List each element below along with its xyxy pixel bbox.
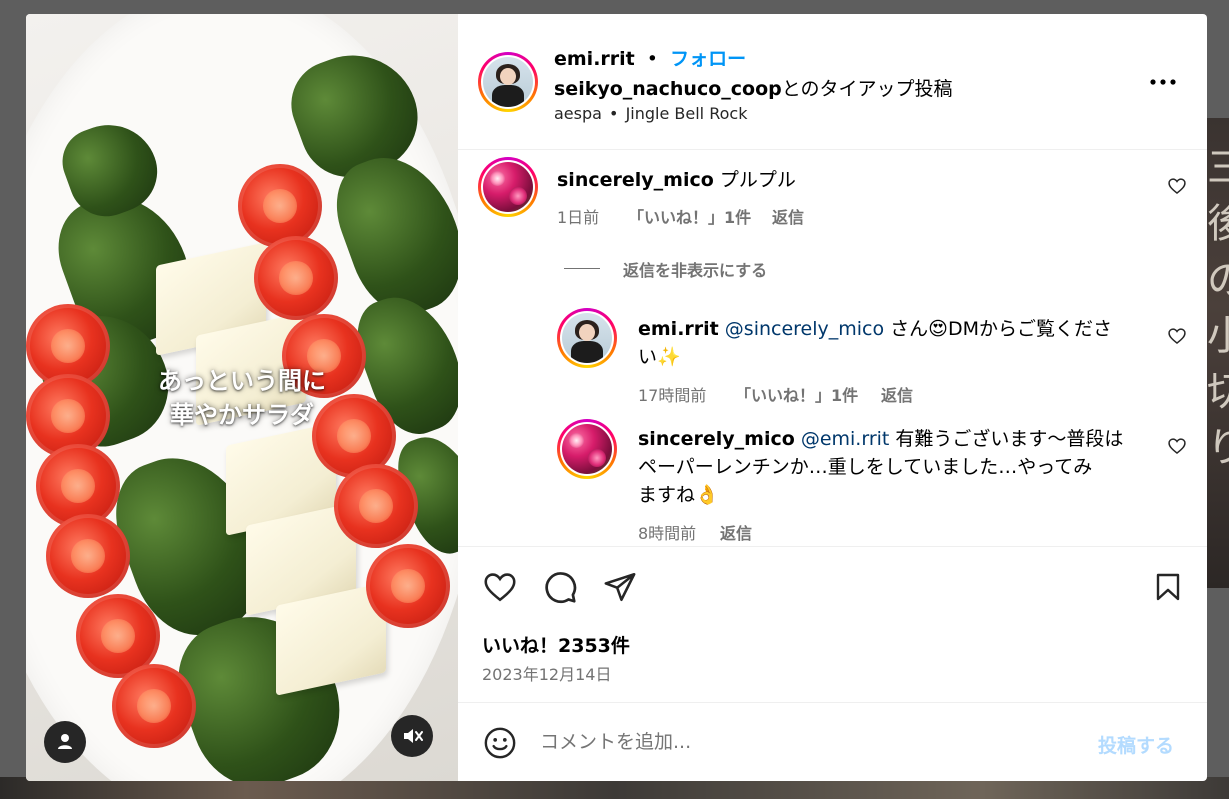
likes-count[interactable]: いいね！2353件 (482, 631, 630, 658)
mute-button[interactable] (391, 715, 433, 757)
reply-username[interactable]: emi.rrit (638, 318, 719, 340)
comment-text: プルプル (719, 169, 796, 191)
add-comment-bar: 投稿する (458, 702, 1207, 781)
reply-mention-link[interactable]: @sincerely_mico (725, 318, 884, 340)
like-button[interactable] (480, 567, 520, 607)
reply-time[interactable]: 8時間前 (638, 520, 696, 544)
post-details-panel: emi.rrit • フォロー seikyo_nachuco_coopとのタイア… (458, 14, 1207, 781)
comment-bubble-icon (545, 572, 577, 603)
more-horizontal-icon (1150, 79, 1176, 85)
post-comment-button[interactable]: 投稿する (1098, 731, 1174, 758)
speaker-muted-icon (404, 729, 423, 743)
comment-input[interactable] (540, 725, 1080, 759)
comment-time[interactable]: 1日前 (557, 204, 599, 228)
user-icon (58, 734, 72, 749)
reply-body: emi.rrit @sincerely_mico さん😍DMからご覧くださ い✨ (638, 315, 1112, 371)
video-caption-line: あっという間に (158, 366, 326, 395)
reply-text: ペーパーレンチンか…重しをしていました…やってみ (638, 456, 1093, 478)
reply-time[interactable]: 17時間前 (638, 382, 706, 406)
reply-text: ますね👌 (638, 484, 719, 506)
avatar (483, 162, 533, 212)
replies-divider-line (564, 268, 600, 269)
tomato-slice (238, 164, 322, 248)
reply-text: 有難うございます～普段は (895, 428, 1124, 450)
reply-reply-button[interactable]: 返信 (881, 382, 913, 406)
comment-body: sincerely_mico プルプル (557, 165, 796, 192)
smiley-face-icon (484, 727, 516, 759)
comment-reply-button[interactable]: 返信 (772, 204, 804, 228)
tagged-users-button[interactable] (44, 721, 86, 763)
avatar (483, 57, 533, 107)
author-username[interactable]: emi.rrit (554, 48, 635, 70)
reply-likes[interactable]: 「いいね！」1件 (735, 382, 858, 406)
bookmark-icon (1156, 573, 1180, 601)
post-header: emi.rrit • フォロー seikyo_nachuco_coopとのタイア… (458, 14, 1207, 150)
audio-title[interactable]: Jingle Bell Rock (626, 104, 748, 123)
post-date[interactable]: 2023年12月14日 (482, 661, 611, 685)
reply-username[interactable]: sincerely_mico (638, 428, 795, 450)
reply-like-heart-icon[interactable] (1167, 436, 1187, 456)
save-button[interactable] (1148, 567, 1188, 607)
more-options-button[interactable] (1148, 69, 1178, 95)
video-caption-overlay: あっという間に 華やかサラダ (122, 364, 362, 432)
post-actions-section: いいね！2353件 2023年12月14日 (458, 546, 1207, 703)
partnership-suffix: とのタイアップ投稿 (781, 78, 953, 100)
reply-avatar-ring[interactable] (557, 308, 617, 368)
post-media-video[interactable]: あっという間に 華やかサラダ (26, 14, 458, 781)
audio-separator: • (609, 104, 619, 123)
follow-button[interactable]: フォロー (670, 48, 746, 70)
comment-button[interactable] (540, 567, 580, 607)
comment-username[interactable]: sincerely_mico (557, 169, 714, 191)
share-button[interactable] (600, 567, 640, 607)
hide-replies-button[interactable]: 返信を非表示にする (623, 257, 767, 281)
reply-avatar-ring[interactable] (557, 419, 617, 479)
commenter-avatar-ring[interactable] (478, 157, 538, 217)
tomato-slice (112, 664, 196, 748)
header-user-row: emi.rrit • フォロー (554, 44, 746, 71)
background-post-text: 三 後 の 小 切 り (1207, 145, 1229, 471)
reply-like-heart-icon[interactable] (1167, 326, 1187, 346)
header-separator: • (646, 48, 659, 70)
comment-like-heart-icon[interactable] (1167, 176, 1187, 196)
reply-text: さん😍DMからご覧くださ (890, 318, 1113, 340)
avatar (562, 313, 612, 363)
reply-body: sincerely_mico @emi.rrit 有難うございます～普段は ペー… (638, 425, 1148, 509)
audio-attribution[interactable]: aespa • Jingle Bell Rock (554, 104, 747, 123)
heart-icon (484, 573, 516, 602)
paid-partnership-label: seikyo_nachuco_coopとのタイアップ投稿 (554, 74, 953, 101)
avatar (562, 424, 612, 474)
reply-text: い✨ (638, 346, 681, 368)
reply-mention-link[interactable]: @emi.rrit (801, 428, 890, 450)
reply-reply-button[interactable]: 返信 (720, 520, 752, 544)
send-paper-plane-icon (604, 572, 636, 602)
tomato-slice (366, 544, 450, 628)
tomato-slice (334, 464, 418, 548)
audio-artist[interactable]: aespa (554, 104, 602, 123)
emoji-button[interactable] (480, 723, 520, 763)
partner-username[interactable]: seikyo_nachuco_coop (554, 78, 782, 100)
author-avatar-ring[interactable] (478, 52, 538, 112)
tomato-slice (46, 514, 130, 598)
comment-likes[interactable]: 「いいね！」1件 (628, 204, 751, 228)
video-caption-line: 華やかサラダ (170, 400, 314, 429)
tomato-slice (254, 236, 338, 320)
post-modal: あっという間に 華やかサラダ emi.rrit • フォロー seikyo_na… (26, 14, 1207, 781)
